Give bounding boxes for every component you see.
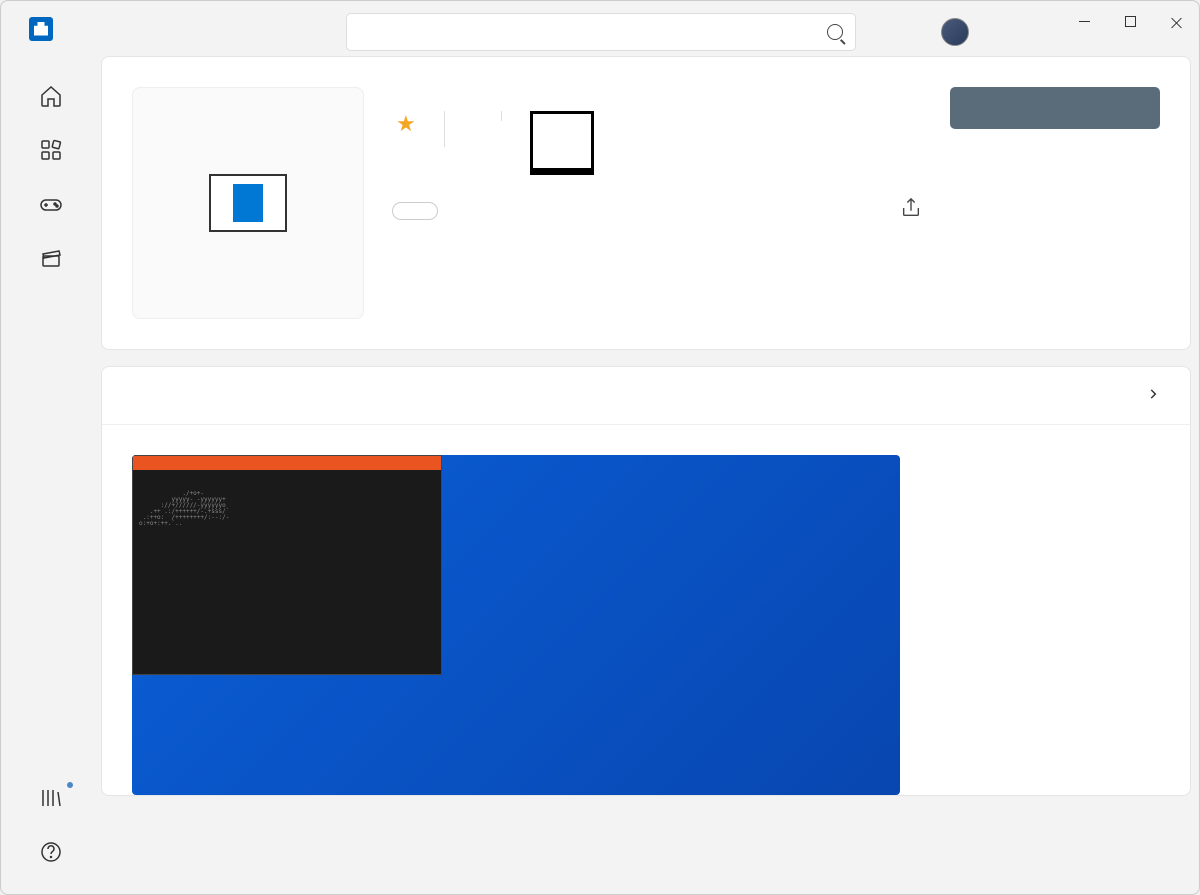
category-tag[interactable] [392,202,438,220]
close-button[interactable] [1153,1,1199,41]
content-scroll[interactable]: ★ [101,56,1199,894]
esrb-badge-label [533,168,591,172]
app-window: ★ [0,0,1200,895]
titlebar [1,1,1199,56]
home-icon [39,84,63,108]
esrb-rating [502,111,608,175]
library-icon [39,786,63,810]
user-avatar[interactable] [941,18,969,46]
product-info: ★ [392,87,922,319]
search-icon[interactable] [827,24,843,40]
nav-library[interactable] [11,776,91,830]
screenshot-1[interactable]: ./+o+- yyyyy- -yyyyyy+ ://+//////-yyyyyy… [132,455,900,795]
search-box[interactable] [346,13,856,51]
wsl-icon [209,174,287,232]
help-icon [39,840,63,864]
product-actions [950,87,1160,319]
maximize-button[interactable] [1107,1,1153,41]
gaming-icon [39,192,63,216]
ubuntu-ascii: ./+o+- yyyyy- -yyyyyy+ ://+//////-yyyyyy… [139,491,435,527]
nav-movies[interactable] [11,236,91,290]
stat-rating: ★ [392,111,445,147]
product-icon [132,87,364,319]
update-badge-icon [67,782,73,788]
store-icon [29,17,53,41]
esrb-letter [533,114,591,168]
tags-row [392,197,922,225]
get-button[interactable] [950,87,1160,129]
minimize-button[interactable] [1061,1,1107,41]
window-controls [1061,1,1199,41]
nav-gaming[interactable] [11,182,91,236]
movies-icon [39,246,63,270]
product-hero: ★ [101,56,1191,350]
search-input[interactable] [359,22,827,42]
stats-row: ★ [392,111,922,175]
terminal-ubuntu: ./+o+- yyyyy- -yyyyyy+ ://+//////-yyyyyy… [132,455,442,675]
screenshots-header[interactable] [102,367,1190,425]
nav-apps[interactable] [11,128,91,182]
screenshots-section: ./+o+- yyyyy- -yyyyyy+ ://+//////-yyyyyy… [101,366,1191,796]
apps-icon [39,138,63,162]
star-icon: ★ [396,111,416,137]
sidebar [1,56,101,894]
screenshots-carousel[interactable]: ./+o+- yyyyy- -yyyyyy+ ://+//////-yyyyyy… [102,425,1190,795]
share-icon[interactable] [900,197,922,225]
nav-help[interactable] [11,830,91,884]
nav-home[interactable] [11,74,91,128]
esrb-badge-icon [530,111,594,175]
chevron-right-icon [1146,385,1160,406]
stat-ratings-count [445,111,502,121]
body: ★ [1,56,1199,894]
